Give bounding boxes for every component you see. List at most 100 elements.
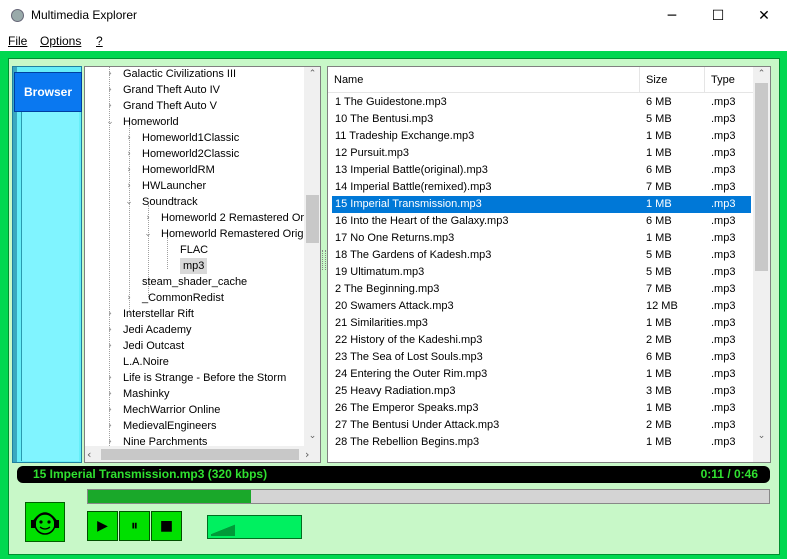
list-item[interactable]: 26 The Emperor Speaks.mp3 1 MB .mp3 <box>332 400 751 417</box>
list-item[interactable]: 22 History of the Kadeshi.mp3 2 MB .mp3 <box>332 332 751 349</box>
expand-chevron-right-icon[interactable]: › <box>105 306 115 322</box>
scroll-left-icon[interactable]: ‹ <box>87 446 99 462</box>
expand-chevron-right-icon[interactable]: › <box>124 162 134 178</box>
list-item[interactable]: 1 The Guidestone.mp3 6 MB .mp3 <box>332 94 751 111</box>
list-item[interactable]: 23 The Sea of Lost Souls.mp3 6 MB .mp3 <box>332 349 751 366</box>
tree-item[interactable]: Homeworld2Classic <box>142 146 239 162</box>
expand-chevron-right-icon[interactable]: › <box>105 82 115 98</box>
tree-scroll-thumb[interactable] <box>306 195 319 243</box>
browser-tab[interactable]: Browser <box>14 72 82 112</box>
tree-item[interactable]: HWLauncher <box>142 178 206 194</box>
scroll-up-icon[interactable]: ⌃ <box>304 67 320 81</box>
list-item[interactable]: 11 Tradeship Exchange.mp3 1 MB .mp3 <box>332 128 751 145</box>
list-item[interactable]: 21 Similarities.mp3 1 MB .mp3 <box>332 315 751 332</box>
tree-item[interactable]: MechWarrior Online <box>123 402 220 418</box>
minimize-button[interactable]: ─ <box>649 0 695 31</box>
expand-chevron-right-icon[interactable]: › <box>105 322 115 338</box>
menu-options[interactable]: Options <box>40 34 81 48</box>
file-type: .mp3 <box>711 385 736 397</box>
column-name[interactable]: Name <box>328 67 640 93</box>
list-item[interactable]: 20 Swamers Attack.mp3 12 MB .mp3 <box>332 298 751 315</box>
file-list[interactable]: Name Size Type 1 The Guidestone.mp3 6 MB.… <box>327 66 771 463</box>
list-scroll-down-icon[interactable]: ⌄ <box>753 429 770 443</box>
list-item[interactable]: 24 Entering the Outer Rim.mp3 1 MB .mp3 <box>332 366 751 383</box>
tree-item[interactable]: Homeworld Remastered Original <box>161 226 320 242</box>
maximize-button[interactable]: ☐ <box>695 0 741 31</box>
pane-splitter[interactable] <box>322 250 326 270</box>
list-scroll-up-icon[interactable]: ⌃ <box>753 67 770 81</box>
expand-chevron-right-icon[interactable]: › <box>124 290 134 306</box>
expand-chevron-right-icon[interactable]: › <box>105 98 115 114</box>
tree-item[interactable]: Homeworld1Classic <box>142 130 239 146</box>
expand-chevron-right-icon[interactable]: › <box>124 178 134 194</box>
volume-bar-tick <box>224 528 225 536</box>
stop-button[interactable]: ■ <box>151 511 182 541</box>
scroll-down-icon[interactable]: ⌄ <box>304 429 320 443</box>
folder-tree[interactable]: › Galactic Civilizations III › Grand Theft … <box>84 66 321 463</box>
tree-item[interactable]: MedievalEngineers <box>123 418 217 434</box>
list-item[interactable]: 17 No One Returns.mp3 1 MB .mp3 <box>332 230 751 247</box>
menu-file[interactable]: File <box>8 34 27 48</box>
file-type: .mp3 <box>711 249 736 261</box>
tree-item[interactable]: _CommonRedist <box>142 290 224 306</box>
tree-horizontal-scrollbar[interactable]: ‹ › <box>85 446 320 462</box>
file-name: 1 The Guidestone.mp3 <box>335 96 447 108</box>
list-item[interactable]: 27 The Bentusi Under Attack.mp3 2 MB .mp3 <box>332 417 751 434</box>
tree-hscroll-thumb[interactable] <box>101 449 299 460</box>
expand-chevron-right-icon[interactable]: › <box>143 210 153 226</box>
tree-item[interactable]: Homeworld <box>123 114 179 130</box>
column-size[interactable]: Size <box>640 67 705 93</box>
expand-chevron-down-icon[interactable]: ⌄ <box>105 114 115 130</box>
expand-chevron-right-icon[interactable]: › <box>105 402 115 418</box>
file-size: 1 MB <box>646 368 672 380</box>
menu-help[interactable]: ? <box>96 34 103 48</box>
list-item[interactable]: 13 Imperial Battle(original).mp3 6 MB .mp3 <box>332 162 751 179</box>
list-item[interactable]: 15 Imperial Transmission.mp3 1 MB .mp3 <box>332 196 751 213</box>
expand-chevron-down-icon[interactable]: ⌄ <box>124 194 134 210</box>
expand-chevron-right-icon[interactable]: › <box>105 338 115 354</box>
scroll-right-icon[interactable]: › <box>305 446 317 462</box>
list-item[interactable]: 28 The Rebellion Begins.mp3 1 MB .mp3 <box>332 434 751 451</box>
pause-button[interactable]: ⏸ <box>119 511 150 541</box>
tree-item[interactable]: mp3 <box>180 258 208 274</box>
tree-vertical-scrollbar[interactable]: ⌃ ⌄ <box>304 67 320 446</box>
tree-item[interactable]: Life is Strange - Before the Storm <box>123 370 286 386</box>
tree-item[interactable]: Soundtrack <box>142 194 198 210</box>
tree-item[interactable]: Interstellar Rift <box>123 306 194 322</box>
list-item[interactable]: 2 The Beginning.mp3 7 MB .mp3 <box>332 281 751 298</box>
close-button[interactable]: ✕ <box>741 0 787 31</box>
expand-chevron-down-icon[interactable]: ⌄ <box>143 226 153 242</box>
list-item[interactable]: 25 Heavy Radiation.mp3 3 MB .mp3 <box>332 383 751 400</box>
expand-chevron-right-icon[interactable]: › <box>124 130 134 146</box>
tree-item[interactable]: Homeworld 2 Remastered Original <box>161 210 320 226</box>
seek-bar[interactable] <box>87 489 770 504</box>
list-vertical-scrollbar[interactable]: ⌃ ⌄ <box>753 67 770 462</box>
expand-chevron-right-icon[interactable]: › <box>105 370 115 386</box>
tree-item[interactable]: Mashinky <box>123 386 169 402</box>
expand-chevron-right-icon[interactable]: › <box>105 418 115 434</box>
list-item[interactable]: 14 Imperial Battle(remixed).mp3 7 MB .mp3 <box>332 179 751 196</box>
expand-chevron-right-icon[interactable]: › <box>124 146 134 162</box>
expand-chevron-right-icon[interactable]: › <box>105 67 115 82</box>
list-item[interactable]: 18 The Gardens of Kadesh.mp3 5 MB .mp3 <box>332 247 751 264</box>
tree-item[interactable]: Jedi Outcast <box>123 338 184 354</box>
list-item[interactable]: 16 Into the Heart of the Galaxy.mp3 6 MB.… <box>332 213 751 230</box>
volume-bar-tick <box>233 525 234 536</box>
expand-chevron-right-icon[interactable]: › <box>105 386 115 402</box>
tree-item[interactable]: Grand Theft Auto V <box>123 98 217 114</box>
list-scroll-thumb[interactable] <box>755 83 768 271</box>
tree-item[interactable]: Galactic Civilizations III <box>123 67 236 82</box>
list-item[interactable]: 12 Pursuit.mp3 1 MB .mp3 <box>332 145 751 162</box>
volume-slider[interactable] <box>207 515 302 539</box>
tree-item[interactable]: FLAC <box>180 242 208 258</box>
list-item[interactable]: 19 Ultimatum.mp3 5 MB .mp3 <box>332 264 751 281</box>
tree-item[interactable]: L.A.Noire <box>123 354 169 370</box>
tree-item[interactable]: Grand Theft Auto IV <box>123 82 220 98</box>
tree-item[interactable]: steam_shader_cache <box>142 274 247 290</box>
list-item[interactable]: 10 The Bentusi.mp3 5 MB .mp3 <box>332 111 751 128</box>
column-type[interactable]: Type <box>705 67 753 93</box>
file-type: .mp3 <box>711 317 736 329</box>
tree-item[interactable]: Jedi Academy <box>123 322 191 338</box>
tree-item[interactable]: HomeworldRM <box>142 162 215 178</box>
play-button[interactable]: ▶ <box>87 511 118 541</box>
